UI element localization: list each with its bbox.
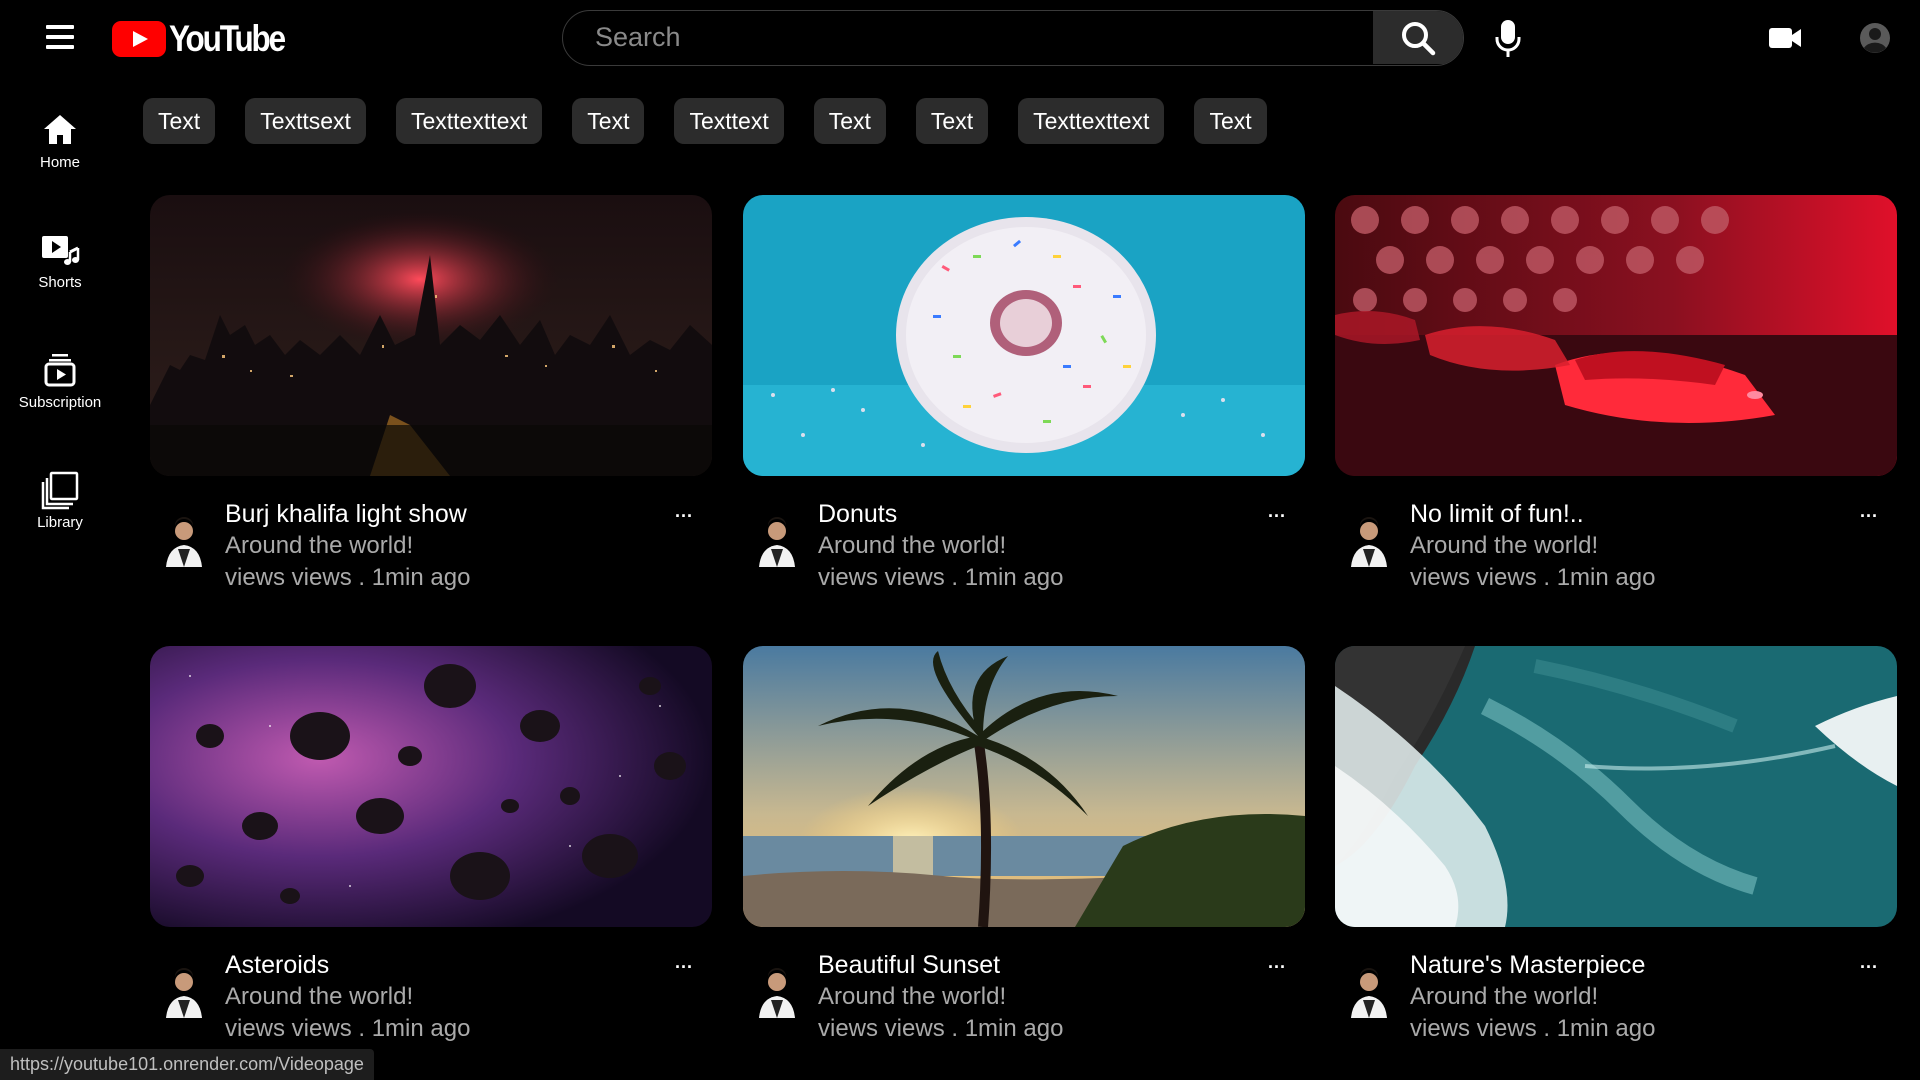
create-video-icon[interactable]	[1768, 24, 1802, 52]
channel-name[interactable]: Around the world!	[225, 532, 413, 560]
video-meta: views views . 1min ago	[225, 1015, 471, 1042]
video-thumbnail-palm-tree-sunset[interactable]	[743, 646, 1305, 927]
search-button[interactable]	[1373, 11, 1463, 64]
channel-avatar[interactable]	[1345, 515, 1393, 567]
link-status-bar: https://youtube101.onrender.com/Videopag…	[0, 1049, 374, 1080]
video-meta: views views . 1min ago	[1410, 1015, 1656, 1042]
subscriptions-icon	[44, 354, 76, 387]
filter-chip[interactable]: Text	[813, 98, 886, 144]
sidebar-item-label: Home	[39, 154, 80, 171]
video-meta: views views . 1min ago	[818, 564, 1064, 591]
youtube-play-logo-icon	[112, 21, 166, 57]
sidebar-item-label: Subscription	[18, 394, 102, 411]
video-thumbnail-sprinkled-donut[interactable]	[743, 195, 1305, 476]
filter-chips: Text Texttsext Texttexttext Text Texttex…	[143, 98, 1297, 144]
filter-chip[interactable]: Texttexttext	[1018, 98, 1165, 144]
filter-chip[interactable]: Text	[143, 98, 216, 144]
video-meta: views views . 1min ago	[1410, 564, 1656, 591]
sidebar-item-subscription[interactable]: Subscription	[0, 336, 120, 426]
search-input[interactable]	[563, 11, 1375, 64]
video-card: Beautiful Sunset Around the world! views…	[743, 646, 1305, 1066]
home-icon	[44, 115, 76, 144]
filter-chip[interactable]: Text	[1194, 98, 1267, 144]
video-card: Burj khalifa light show Around the world…	[150, 195, 712, 615]
video-card: No limit of fun!.. Around the world! vie…	[1335, 195, 1897, 615]
video-card: Asteroids Around the world! views views …	[150, 646, 712, 1066]
more-options-icon[interactable]: ...	[1857, 502, 1881, 529]
video-thumbnail-asteroid-field[interactable]	[150, 646, 712, 927]
more-options-icon[interactable]: ...	[1265, 953, 1289, 980]
filter-chip[interactable]: Text	[572, 98, 645, 144]
youtube-logo[interactable]: YouTube	[112, 18, 304, 59]
filter-chip[interactable]: Texttexttext	[395, 98, 543, 144]
more-options-icon[interactable]: ...	[672, 953, 696, 980]
video-thumbnail-city-night-fireworks[interactable]	[150, 195, 712, 476]
video-title[interactable]: Asteroids	[225, 951, 329, 980]
video-card: Nature's Masterpiece Around the world! v…	[1335, 646, 1897, 1066]
channel-name[interactable]: Around the world!	[1410, 532, 1598, 560]
filter-chip[interactable]: Texttext	[674, 98, 784, 144]
video-thumbnail-ocean-waves-aerial[interactable]	[1335, 646, 1897, 927]
video-title[interactable]: Donuts	[818, 500, 897, 529]
channel-avatar[interactable]	[1345, 966, 1393, 1018]
youtube-page: YouTube Search Home Shorts Subscription …	[0, 0, 1920, 1080]
video-meta: views views . 1min ago	[818, 1015, 1064, 1042]
channel-name[interactable]: Around the world!	[818, 983, 1006, 1011]
sidebar-item-label: Shorts	[38, 274, 82, 291]
more-options-icon[interactable]: ...	[672, 502, 696, 529]
top-header: YouTube	[0, 0, 1920, 76]
sidebar-item-library[interactable]: Library	[0, 456, 120, 546]
filter-chip[interactable]: Text	[915, 98, 989, 144]
account-avatar-icon[interactable]	[1859, 22, 1891, 54]
video-thumbnail-red-bumper-cars[interactable]	[1335, 195, 1897, 476]
more-options-icon[interactable]: ...	[1265, 502, 1289, 529]
channel-avatar[interactable]	[160, 515, 208, 567]
video-title[interactable]: No limit of fun!..	[1410, 500, 1584, 529]
logo-text: YouTube	[169, 18, 286, 59]
shorts-icon	[42, 236, 80, 265]
channel-name[interactable]: Around the world!	[1410, 983, 1598, 1011]
video-title[interactable]: Burj khalifa light show	[225, 500, 467, 529]
channel-name[interactable]: Around the world!	[818, 532, 1006, 560]
more-options-icon[interactable]: ...	[1857, 953, 1881, 980]
search-icon	[1402, 21, 1436, 55]
video-meta: views views . 1min ago	[225, 564, 471, 591]
sidebar-item-home[interactable]: Home	[0, 96, 120, 186]
channel-avatar[interactable]	[160, 966, 208, 1018]
channel-name[interactable]: Around the world!	[225, 983, 413, 1011]
video-title[interactable]: Beautiful Sunset	[818, 951, 1000, 980]
filter-chip[interactable]: Texttsext	[245, 98, 366, 144]
search-bar	[562, 10, 1464, 66]
library-icon	[41, 471, 79, 510]
sidebar-item-label: Library	[37, 514, 83, 531]
microphone-icon[interactable]	[1493, 18, 1523, 60]
channel-avatar[interactable]	[753, 515, 801, 567]
sidebar-item-shorts[interactable]: Shorts	[0, 216, 120, 306]
hamburger-menu-icon[interactable]	[44, 22, 76, 52]
video-card: Donuts Around the world! views views . 1…	[743, 195, 1305, 615]
video-title[interactable]: Nature's Masterpiece	[1410, 951, 1645, 980]
channel-avatar[interactable]	[753, 966, 801, 1018]
